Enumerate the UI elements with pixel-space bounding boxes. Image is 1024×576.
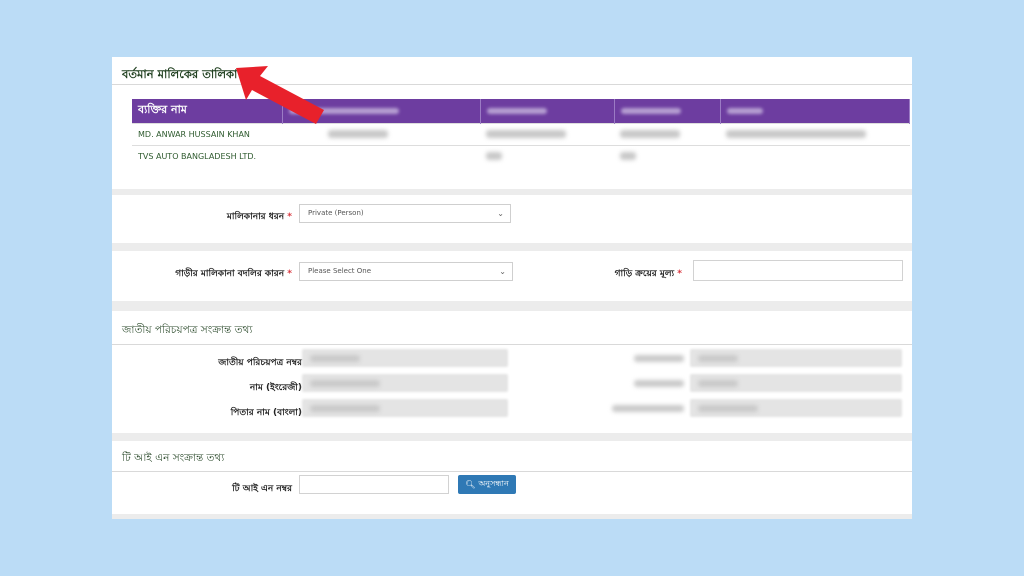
- col-mother: [614, 99, 721, 123]
- chevron-down-icon: ⌄: [499, 267, 506, 276]
- owner-name: TVS AUTO BANGLADESH LTD.: [132, 144, 282, 167]
- transfer-card: গাড়ীর মালিকানা বদলির কারন * Please Sele…: [112, 251, 912, 301]
- red-arrow-icon: [236, 66, 324, 124]
- nid-number-label: জাতীয় পরিচয়পত্র নম্বর: [218, 358, 302, 368]
- nid-section-title: জাতীয় পরিচয়পত্র সংক্রান্ত তথ্য: [122, 324, 253, 336]
- col-father: [480, 99, 615, 123]
- chevron-down-icon: ⌄: [497, 209, 504, 218]
- search-icon: 🔍︎: [465, 480, 476, 489]
- tin-search-button[interactable]: 🔍︎ অনুসন্ধান: [458, 475, 516, 494]
- tin-number-label: টি আই এন নম্বর: [232, 484, 292, 494]
- nid-card: জাতীয় পরিচয়পত্র সংক্রান্ত তথ্য জাতীয় …: [112, 311, 912, 433]
- tin-number-input[interactable]: [299, 475, 449, 494]
- purchase-price-label: গাড়ি ক্রয়ের মূল্য *: [614, 269, 682, 279]
- ownership-type-select[interactable]: Private (Person) ⌄: [299, 204, 511, 223]
- tin-section-title: টি আই এন সংক্রান্ত তথ্য: [122, 452, 225, 464]
- ownership-type-label: মালিকানার ধরন *: [226, 212, 292, 222]
- tin-card: টি আই এন সংক্রান্ত তথ্য টি আই এন নম্বর 🔍…: [112, 441, 912, 514]
- transfer-reason-label: গাড়ীর মালিকানা বদলির কারন *: [175, 269, 292, 279]
- name-english-label: নাম (ইংরেজী): [249, 383, 302, 393]
- col-address: [720, 99, 910, 123]
- owners-section-title: বর্তমান মালিকের তালিকা: [122, 67, 238, 81]
- ownership-type-card: মালিকানার ধরন * Private (Person) ⌄: [112, 195, 912, 243]
- nid-title-rule: [112, 344, 912, 345]
- purchase-price-input[interactable]: [693, 260, 903, 281]
- transfer-reason-select[interactable]: Please Select One ⌄: [299, 262, 513, 281]
- father-name-label: পিতার নাম (বাংলা): [230, 408, 302, 418]
- tin-title-rule: [112, 471, 912, 472]
- table-row: TVS AUTO BANGLADESH LTD.: [132, 144, 910, 167]
